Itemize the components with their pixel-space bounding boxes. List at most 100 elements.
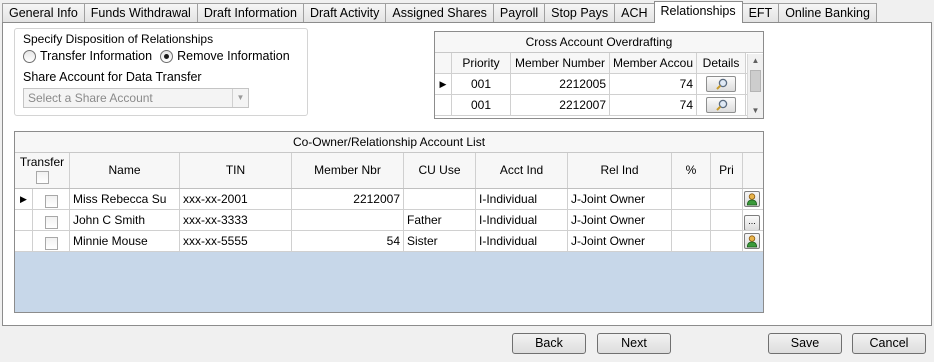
rel-ind-cell[interactable]: J-Joint Owner xyxy=(568,189,672,209)
share-account-label: Share Account for Data Transfer xyxy=(23,70,202,84)
transfer-information-radio[interactable] xyxy=(23,49,36,63)
ellipsis-button[interactable]: ... xyxy=(744,215,760,230)
person-button[interactable] xyxy=(744,191,760,207)
action-cell xyxy=(743,189,763,209)
rel-ind-cell[interactable]: J-Joint Owner xyxy=(568,210,672,230)
table-row[interactable]: John C Smith xxx-xx-3333 Father I-Indivi… xyxy=(15,210,763,231)
next-button[interactable]: Next xyxy=(597,333,671,354)
table-row[interactable]: ▶ 001 2212005 74 xyxy=(435,74,763,95)
tab-draft-activity[interactable]: Draft Activity xyxy=(302,3,387,23)
tab-general-info[interactable]: General Info xyxy=(2,3,85,23)
share-account-placeholder: Select a Share Account xyxy=(28,91,153,105)
column-header-transfer[interactable]: Transfer xyxy=(15,153,70,188)
column-header-member-nbr[interactable]: Member Nbr xyxy=(292,153,404,188)
save-button[interactable]: Save xyxy=(768,333,842,354)
member-account-cell[interactable]: 74 xyxy=(610,95,697,115)
scroll-up-icon[interactable]: ▲ xyxy=(748,54,763,68)
member-nbr-cell[interactable]: 54 xyxy=(292,231,404,251)
priority-cell[interactable]: 001 xyxy=(452,74,511,94)
acct-ind-cell[interactable]: I-Individual xyxy=(476,231,568,251)
column-header-cu-use[interactable]: CU Use xyxy=(404,153,476,188)
chevron-down-icon[interactable]: ▼ xyxy=(232,89,248,107)
column-header-member-number[interactable]: Member Number xyxy=(511,53,610,73)
remove-information-radio[interactable] xyxy=(160,49,174,63)
percent-cell[interactable] xyxy=(672,189,711,209)
row-selector[interactable] xyxy=(15,231,33,251)
tab-online-banking[interactable]: Online Banking xyxy=(778,3,877,23)
tab-assigned-shares[interactable]: Assigned Shares xyxy=(385,3,494,23)
priority-cell[interactable]: 001 xyxy=(452,95,511,115)
row-selector[interactable] xyxy=(435,95,452,115)
cu-use-cell[interactable]: Sister xyxy=(404,231,476,251)
current-row-arrow-icon: ▶ xyxy=(15,189,33,209)
cu-use-cell[interactable]: Father xyxy=(404,210,476,230)
tab-ach[interactable]: ACH xyxy=(614,3,655,23)
column-header-percent[interactable]: % xyxy=(672,153,711,188)
transfer-checkbox[interactable] xyxy=(44,194,58,208)
person-icon xyxy=(746,193,758,206)
column-header-pri[interactable]: Pri xyxy=(711,153,743,188)
column-header-member-account[interactable]: Member Accou xyxy=(610,53,697,73)
column-header-details[interactable]: Details xyxy=(697,53,746,73)
table-row[interactable]: Minnie Mouse xxx-xx-5555 54 Sister I-Ind… xyxy=(15,231,763,252)
row-selector[interactable] xyxy=(15,210,33,230)
member-number-cell[interactable]: 2212005 xyxy=(511,74,610,94)
tin-cell[interactable]: xxx-xx-2001 xyxy=(180,189,292,209)
name-cell[interactable]: Miss Rebecca Su xyxy=(70,189,180,209)
transfer-checkbox[interactable] xyxy=(44,236,58,250)
acct-ind-cell[interactable]: I-Individual xyxy=(476,189,568,209)
select-all-checkbox[interactable] xyxy=(35,170,49,184)
cu-use-cell[interactable] xyxy=(404,189,476,209)
transfer-checkbox[interactable] xyxy=(44,215,58,229)
member-nbr-cell[interactable]: 2212007 xyxy=(292,189,404,209)
scroll-down-icon[interactable]: ▼ xyxy=(748,104,763,118)
table-row[interactable]: 001 2212007 74 xyxy=(435,95,763,116)
percent-cell[interactable] xyxy=(672,231,711,251)
vertical-scrollbar[interactable]: ▲ ▼ xyxy=(747,54,763,118)
rel-ind-cell[interactable]: J-Joint Owner xyxy=(568,231,672,251)
column-header-acct-ind[interactable]: Acct Ind xyxy=(476,153,568,188)
details-cell xyxy=(697,74,746,94)
action-cell: ... xyxy=(743,210,763,230)
tab-draft-information[interactable]: Draft Information xyxy=(196,3,304,23)
percent-cell[interactable] xyxy=(672,210,711,230)
details-button[interactable] xyxy=(706,97,736,113)
details-button[interactable] xyxy=(706,76,736,92)
row-selector-header xyxy=(435,53,452,73)
column-header-priority[interactable]: Priority xyxy=(452,53,511,73)
column-header-tin[interactable]: TIN xyxy=(180,153,292,188)
tin-cell[interactable]: xxx-xx-3333 xyxy=(180,210,292,230)
scrollbar-thumb[interactable] xyxy=(750,70,761,92)
name-cell[interactable]: John C Smith xyxy=(70,210,180,230)
tab-relationships[interactable]: Relationships xyxy=(653,1,743,23)
pri-cell[interactable] xyxy=(711,210,743,230)
member-number-cell[interactable]: 2212007 xyxy=(511,95,610,115)
column-header-action xyxy=(743,153,763,188)
name-cell[interactable]: Minnie Mouse xyxy=(70,231,180,251)
cross-account-title: Cross Account Overdrafting xyxy=(435,32,763,53)
transfer-cell xyxy=(33,231,70,251)
cross-account-header: Priority Member Number Member Accou Deta… xyxy=(435,53,763,74)
tin-cell[interactable]: xxx-xx-5555 xyxy=(180,231,292,251)
cancel-button[interactable]: Cancel xyxy=(852,333,926,354)
tab-strip: General Info Funds Withdrawal Draft Info… xyxy=(2,1,877,23)
column-header-rel-ind[interactable]: Rel Ind xyxy=(568,153,672,188)
remove-information-label[interactable]: Remove Information xyxy=(177,49,290,63)
acct-ind-cell[interactable]: I-Individual xyxy=(476,210,568,230)
table-row[interactable]: ▶ Miss Rebecca Su xxx-xx-2001 2212007 I-… xyxy=(15,189,763,210)
tab-eft[interactable]: EFT xyxy=(741,3,780,23)
person-button[interactable] xyxy=(744,233,760,249)
transfer-information-label[interactable]: Transfer Information xyxy=(40,49,152,63)
pri-cell[interactable] xyxy=(711,189,743,209)
share-account-select[interactable]: Select a Share Account ▼ xyxy=(23,88,249,108)
back-button[interactable]: Back xyxy=(512,333,586,354)
member-nbr-cell[interactable] xyxy=(292,210,404,230)
tab-payroll[interactable]: Payroll xyxy=(492,3,546,23)
member-account-cell[interactable]: 74 xyxy=(610,74,697,94)
tab-stop-pays[interactable]: Stop Pays xyxy=(544,3,616,23)
coowner-relationship-list: Co-Owner/Relationship Account List Trans… xyxy=(14,131,764,313)
column-header-name[interactable]: Name xyxy=(70,153,180,188)
pri-cell[interactable] xyxy=(711,231,743,251)
action-cell xyxy=(743,231,763,251)
tab-funds-withdrawal[interactable]: Funds Withdrawal xyxy=(83,3,198,23)
